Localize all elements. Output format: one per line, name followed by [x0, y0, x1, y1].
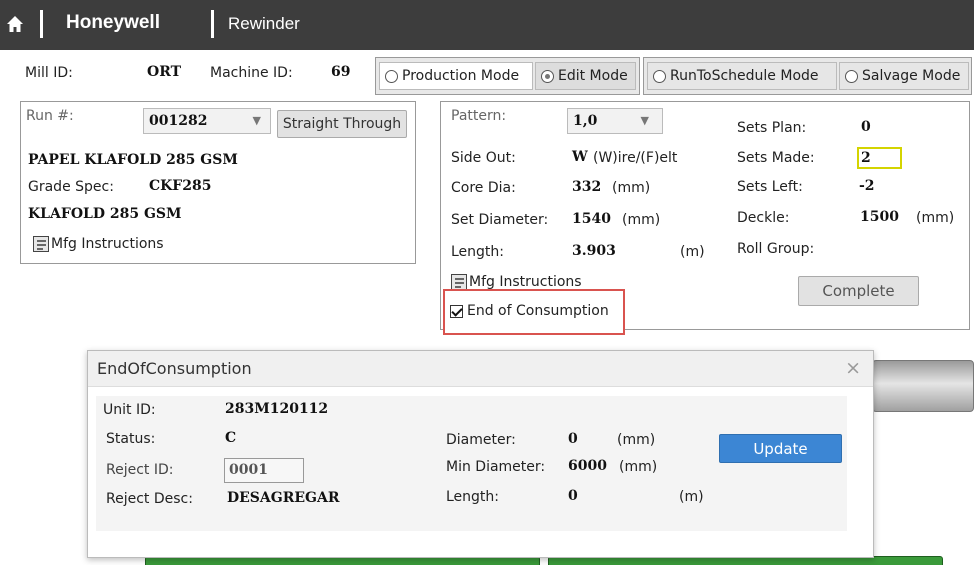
- roll-graphic-gray: [872, 360, 974, 412]
- machine-id-label: Machine ID:: [210, 65, 293, 81]
- unit-id-value: 283M120112: [225, 401, 329, 417]
- length-label: Length:: [451, 244, 505, 260]
- length-unit: (m): [679, 489, 704, 505]
- deckle-label: Deckle:: [737, 210, 790, 226]
- min-diameter-value: 6000: [568, 458, 607, 474]
- set-diameter-label: Set Diameter:: [451, 212, 549, 228]
- set-diameter-value: 1540: [572, 211, 611, 227]
- diameter-label: Diameter:: [446, 432, 516, 448]
- radio-icon: [845, 69, 858, 83]
- production-mode-button[interactable]: Production Mode: [379, 62, 533, 90]
- pattern-label: Pattern:: [451, 108, 507, 124]
- chevron-down-icon: ▼: [252, 114, 261, 127]
- mfg-instructions-label: Mfg Instructions: [469, 274, 582, 290]
- grade-name: PAPEL KLAFOLD 285 GSM: [28, 152, 238, 168]
- diameter-value: 0: [568, 431, 578, 447]
- sets-plan-label: Sets Plan:: [737, 120, 807, 136]
- pattern-value: 1,0: [573, 113, 598, 129]
- mill-id-value: ORT: [147, 64, 182, 80]
- core-dia-value: 332: [572, 179, 602, 195]
- document-icon: [33, 236, 49, 252]
- sets-plan-value: 0: [861, 119, 871, 135]
- end-of-consumption-dialog: EndOfConsumption × Unit ID: 283M120112 S…: [87, 350, 874, 558]
- brand-name: Honeywell: [66, 12, 160, 33]
- mode-label: Production Mode: [402, 68, 520, 84]
- complete-button[interactable]: Complete: [798, 276, 919, 306]
- radio-icon: [653, 69, 666, 83]
- mfg-instructions-label: Mfg Instructions: [51, 236, 164, 252]
- side-out-label: Side Out:: [451, 150, 516, 166]
- length-value: 3.903: [572, 243, 616, 259]
- chevron-down-icon: ▼: [640, 114, 649, 127]
- app-title: Rewinder: [228, 14, 300, 33]
- run-to-schedule-mode-button[interactable]: RunToSchedule Mode: [647, 62, 837, 90]
- reject-id-label: Reject ID:: [106, 462, 174, 478]
- length-label: Length:: [446, 489, 500, 505]
- min-diameter-label: Min Diameter:: [446, 459, 546, 475]
- mill-id-label: Mill ID:: [25, 65, 73, 81]
- grade-spec-value: CKF285: [149, 178, 212, 194]
- run-panel: Run #: 001282 ▼ Straight Through PAPEL K…: [20, 101, 416, 264]
- status-label: Status:: [106, 431, 156, 447]
- straight-through-button[interactable]: Straight Through: [277, 110, 407, 138]
- length-value: 0: [568, 488, 578, 504]
- end-of-consumption-checkbox[interactable]: End of Consumption: [450, 303, 609, 319]
- dialog-body: Unit ID: 283M120112 Status: C Reject ID:…: [96, 396, 847, 531]
- radio-icon: [385, 69, 398, 83]
- side-out-hint: (W)ire/(F)elt: [593, 150, 678, 166]
- core-dia-label: Core Dia:: [451, 180, 516, 196]
- side-out-value: W: [572, 149, 588, 165]
- sets-made-label: Sets Made:: [737, 150, 815, 166]
- document-icon: [451, 274, 467, 290]
- home-icon[interactable]: [6, 15, 24, 33]
- top-bar: Honeywell Rewinder: [0, 0, 974, 50]
- run-label: Run #:: [26, 108, 74, 124]
- salvage-mode-button[interactable]: Salvage Mode: [839, 62, 969, 90]
- mode-group-right: RunToSchedule Mode Salvage Mode: [643, 57, 972, 95]
- sets-left-label: Sets Left:: [737, 179, 803, 195]
- run-value: 001282: [149, 113, 208, 129]
- update-button[interactable]: Update: [719, 434, 842, 463]
- grade-description: KLAFOLD 285 GSM: [28, 206, 182, 222]
- mode-group-left: Production Mode Edit Mode: [375, 57, 640, 95]
- end-of-consumption-label: End of Consumption: [467, 303, 609, 319]
- mode-label: RunToSchedule Mode: [670, 68, 819, 84]
- length-unit: (m): [680, 244, 705, 260]
- run-select[interactable]: 001282 ▼: [143, 108, 271, 134]
- sets-left-value: -2: [859, 178, 875, 194]
- roll-group-label: Roll Group:: [737, 241, 815, 257]
- grade-spec-label: Grade Spec:: [28, 179, 114, 195]
- core-dia-unit: (mm): [612, 180, 651, 196]
- min-diameter-unit: (mm): [619, 459, 658, 475]
- sets-made-value: 2: [861, 150, 871, 166]
- dialog-title: EndOfConsumption: [97, 359, 252, 378]
- deckle-unit: (mm): [916, 210, 955, 226]
- reject-id-input[interactable]: 0001: [224, 458, 304, 483]
- mfg-instructions-link[interactable]: Mfg Instructions: [451, 274, 582, 290]
- machine-id-value: 69: [331, 64, 351, 80]
- close-icon[interactable]: ×: [845, 357, 861, 379]
- reject-desc-value: DESAGREGAR: [227, 490, 340, 506]
- set-diameter-unit: (mm): [622, 212, 661, 228]
- edit-mode-button[interactable]: Edit Mode: [535, 62, 636, 90]
- unit-id-label: Unit ID:: [103, 402, 156, 418]
- checkbox-checked-icon: [450, 304, 463, 318]
- sets-made-input[interactable]: 2: [857, 147, 902, 169]
- deckle-value: 1500: [860, 209, 899, 225]
- status-value: C: [225, 430, 237, 446]
- pattern-select[interactable]: 1,0 ▼: [567, 108, 663, 134]
- header-divider: [40, 10, 43, 38]
- mode-label: Edit Mode: [558, 68, 628, 84]
- header-divider: [211, 10, 214, 38]
- mode-label: Salvage Mode: [862, 68, 961, 84]
- radio-selected-icon: [541, 69, 554, 83]
- dialog-header: EndOfConsumption ×: [88, 351, 873, 387]
- reject-desc-label: Reject Desc:: [106, 491, 193, 507]
- reject-id-value: 0001: [229, 462, 268, 478]
- diameter-unit: (mm): [617, 432, 656, 448]
- mfg-instructions-link[interactable]: Mfg Instructions: [33, 236, 164, 252]
